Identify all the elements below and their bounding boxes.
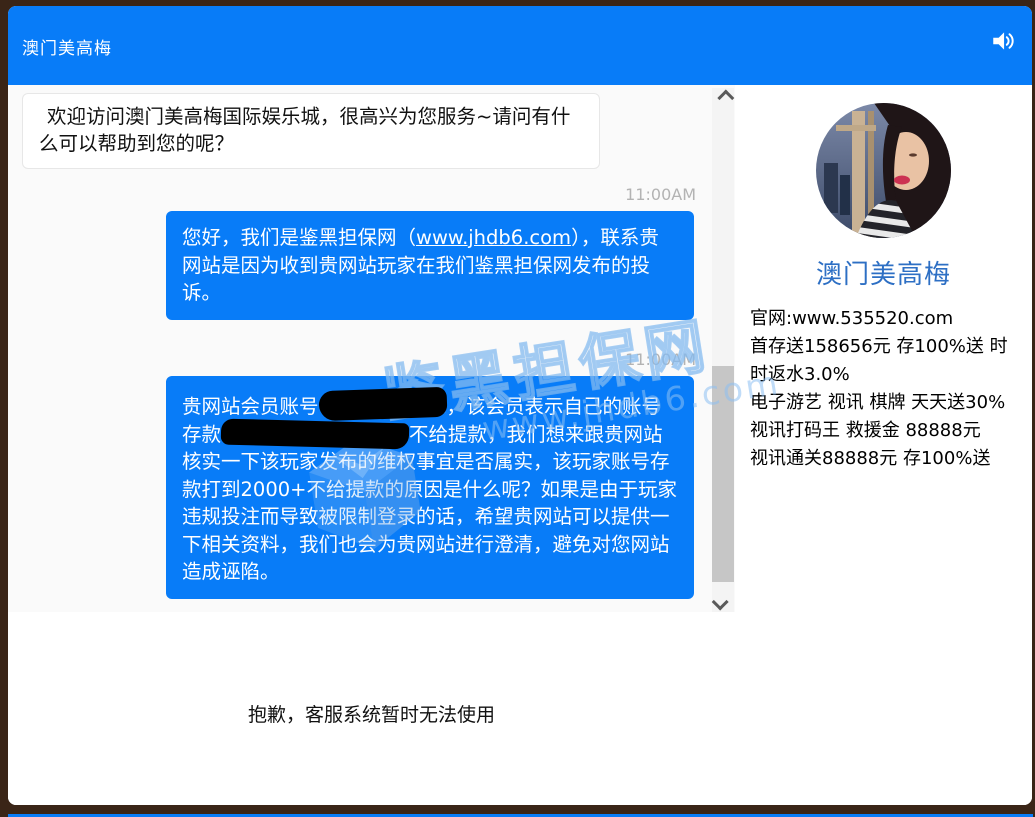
chat-scrollbar[interactable] [712,88,734,612]
system-unavailable-message: 抱歉，客服系统暂时无法使用 [8,700,735,727]
chevron-up-icon [717,90,734,107]
sent-message-2: 贵网站会员账号，该会员表示自己的账号存款不给提款，我们想来跟贵网站核实一下该玩家… [166,376,694,599]
received-message-text: 欢迎访问澳门美高梅国际娱乐城，很高兴为您服务~请问有什么可以帮助到您的呢？ [39,105,570,155]
avatar-photo [816,103,951,238]
window-body: 欢迎访问澳门美高梅国际娱乐城，很高兴为您服务~请问有什么可以帮助到您的呢？ 11… [8,85,1032,612]
volume-button[interactable] [988,26,1018,56]
jhdb6-link[interactable]: www.jhdb6.com [416,226,571,249]
message-text: 不给提款，我们想来跟贵网站核实一下该玩家发布的维权事宜是否属实，该玩家账号存款打… [182,423,677,584]
chevron-down-icon [712,594,729,611]
redaction-mark [318,387,447,421]
promo-line: 视讯打码王 救援金 88888元 [750,417,1020,445]
promo-line: 视讯通关88888元 存100%送 [750,445,1020,473]
timestamp: 11:00AM [625,185,696,204]
agent-name: 澳门美高梅 [735,254,1032,291]
header-bar: 澳门美高梅 [8,6,1032,85]
promo-text: 官网:www.535520.com 首存送158656元 存100%送 时时返水… [750,305,1020,473]
timestamp: 11:00AM [625,350,696,369]
sent-message-1: 您好，我们是鉴黑担保网（www.jhdb6.com），联系贵网站是因为收到贵网站… [166,211,694,320]
scrollbar-down-button[interactable] [712,592,734,612]
promo-line: 电子游艺 视讯 棋牌 天天送30% [750,389,1020,417]
redaction-mark [221,418,410,449]
message-text: 贵网站会员账号 [182,395,319,418]
agent-avatar [816,103,951,238]
promo-line: 官网:www.535520.com [750,305,1020,333]
chat-window: 澳门美高梅 欢迎访问澳门美高梅国际娱乐城，很高兴为您服务~请问有什么可以帮助到您… [8,6,1032,805]
scrollbar-thumb[interactable] [712,366,734,582]
received-message: 欢迎访问澳门美高梅国际娱乐城，很高兴为您服务~请问有什么可以帮助到您的呢？ [22,93,600,169]
chat-area: 欢迎访问澳门美高梅国际娱乐城，很高兴为您服务~请问有什么可以帮助到您的呢？ 11… [8,85,735,612]
promo-line: 首存送158656元 存100%送 时时返水3.0% [750,333,1020,389]
message-text: 您好，我们是鉴黑担保网（ [182,226,416,249]
page-background: 澳门美高梅 欢迎访问澳门美高梅国际娱乐城，很高兴为您服务~请问有什么可以帮助到您… [0,0,1035,817]
scrollbar-up-button[interactable] [712,88,734,108]
footer-area: 抱歉，客服系统暂时无法使用 [8,612,1032,805]
agent-panel: 澳门美高梅 官网:www.535520.com 首存送158656元 存100%… [735,85,1032,612]
window-title: 澳门美高梅 [22,34,112,59]
speaker-wave-icon [990,28,1016,54]
